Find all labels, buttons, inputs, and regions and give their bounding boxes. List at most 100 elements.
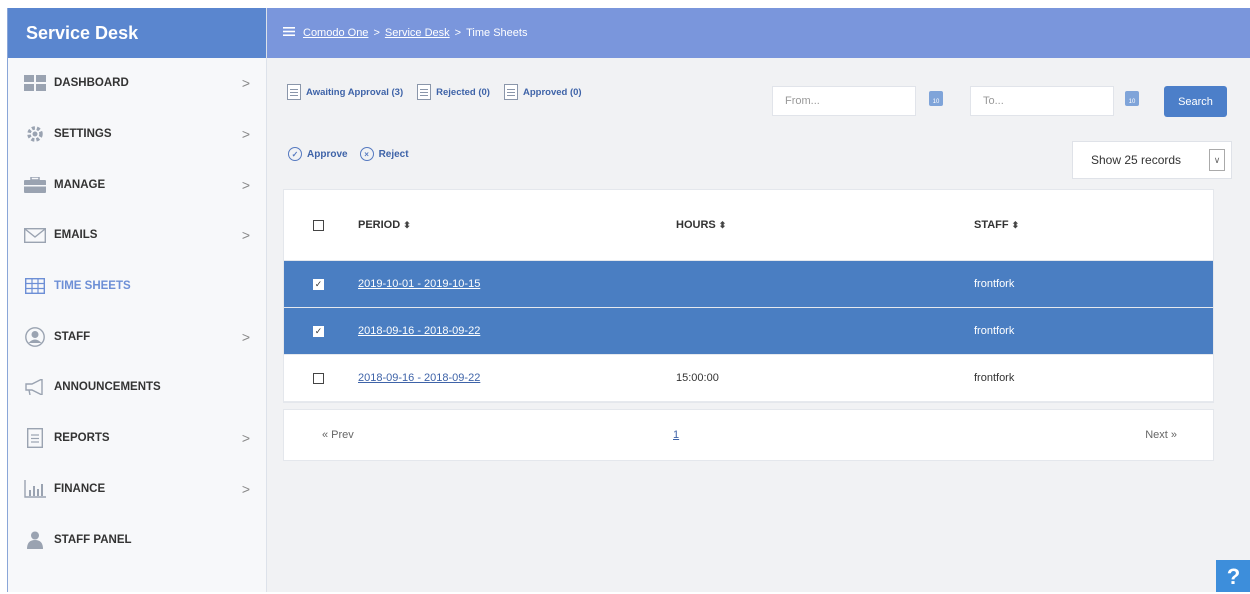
hamburger-menu-icon[interactable] bbox=[283, 27, 295, 39]
filter-awaiting-approval[interactable]: Awaiting Approval (3) bbox=[287, 84, 403, 100]
filter-rejected[interactable]: Rejected (0) bbox=[417, 84, 490, 100]
app-window: Service Desk DASHBOARD > SETTINGS > MANAGE > E… bbox=[7, 8, 1250, 592]
briefcase-icon bbox=[24, 176, 46, 194]
envelope-icon bbox=[24, 226, 46, 244]
bar-chart-icon bbox=[24, 479, 46, 498]
sidebar-item-label: STAFF PANEL bbox=[54, 533, 132, 546]
sidebar-item-dashboard[interactable]: DASHBOARD > bbox=[8, 58, 266, 109]
row-checkbox[interactable]: ✓ bbox=[313, 278, 324, 290]
sidebar-item-label: EMAILS bbox=[54, 229, 98, 242]
breadcrumb-bar: Comodo One > Service Desk > Time Sheets bbox=[267, 8, 1250, 58]
bulk-actions: ✓ Approve × Reject bbox=[288, 147, 421, 161]
sidebar-item-time-sheets[interactable]: TIME SHEETS bbox=[8, 261, 266, 312]
period-link[interactable]: 2018-09-16 - 2018-09-22 bbox=[358, 325, 480, 337]
document-icon bbox=[417, 84, 432, 100]
pagination: « Prev 1 Next » bbox=[283, 409, 1214, 461]
records-per-page-value: Show 25 records bbox=[1091, 153, 1182, 167]
chevron-right-icon: > bbox=[241, 126, 250, 143]
filter-rejected-label: Rejected (0) bbox=[436, 86, 490, 98]
table-row[interactable]: ✓ 2018-09-16 - 2018-09-22 frontfork bbox=[284, 308, 1213, 355]
check-circle-icon: ✓ bbox=[288, 147, 302, 161]
breadcrumb-separator: > bbox=[454, 27, 462, 39]
dashboard-icon bbox=[24, 74, 46, 92]
sidebar-item-emails[interactable]: EMAILS > bbox=[8, 210, 266, 261]
sidebar-item-label: ANNOUNCEMENTS bbox=[54, 381, 161, 394]
gear-icon bbox=[24, 125, 46, 143]
header-hours[interactable]: HOURS ⬍ bbox=[676, 219, 974, 231]
breadcrumb-current: Time Sheets bbox=[466, 27, 528, 39]
megaphone-icon bbox=[24, 378, 46, 396]
sort-icon: ⬍ bbox=[1011, 220, 1020, 230]
chevron-right-icon: > bbox=[241, 227, 250, 244]
breadcrumb-comodo-one[interactable]: Comodo One bbox=[303, 27, 368, 39]
page-number-link[interactable]: 1 bbox=[673, 429, 679, 441]
user-circle-icon bbox=[24, 326, 46, 347]
sidebar-item-label: SETTINGS bbox=[54, 128, 112, 141]
chevron-down-icon: ∨ bbox=[1209, 149, 1225, 171]
help-button[interactable]: ? bbox=[1216, 560, 1250, 592]
table-row[interactable]: ✓ 2019-10-01 - 2019-10-15 frontfork bbox=[284, 261, 1213, 308]
staff-cell: frontfork bbox=[974, 278, 1015, 290]
chevron-right-icon: > bbox=[241, 480, 250, 497]
filter-approved-label: Approved (0) bbox=[522, 86, 582, 98]
document-icon bbox=[287, 84, 301, 100]
sidebar-nav: DASHBOARD > SETTINGS > MANAGE > EMAILS > TIME SH… bbox=[8, 58, 266, 565]
sidebar-item-staff-panel[interactable]: STAFF PANEL bbox=[8, 514, 266, 565]
from-date-input[interactable]: From... bbox=[772, 86, 916, 116]
chevron-right-icon: > bbox=[241, 75, 250, 92]
table-header: PERIOD ⬍ HOURS ⬍ STAFF ⬍ bbox=[284, 190, 1213, 261]
sort-icon: ⬍ bbox=[718, 220, 727, 230]
approve-label: Approve bbox=[307, 148, 348, 160]
document-icon bbox=[503, 84, 518, 100]
table-body: ✓ 2019-10-01 - 2019-10-15 frontfork ✓ 2018-0… bbox=[284, 261, 1213, 402]
chevron-right-icon: > bbox=[241, 176, 250, 193]
main-content: Comodo One > Service Desk > Time Sheets … bbox=[267, 8, 1250, 592]
next-page-link[interactable]: Next » bbox=[1145, 429, 1177, 441]
header-staff[interactable]: STAFF ⬍ bbox=[974, 219, 1213, 231]
reject-button[interactable]: × Reject bbox=[359, 147, 409, 161]
sidebar-item-manage[interactable]: MANAGE > bbox=[8, 159, 266, 210]
staff-cell: frontfork bbox=[974, 372, 1015, 384]
sidebar-item-finance[interactable]: FINANCE > bbox=[8, 464, 266, 515]
search-button[interactable]: Search bbox=[1164, 86, 1227, 117]
sidebar-brand: Service Desk bbox=[8, 8, 266, 58]
row-checkbox[interactable]: ✓ bbox=[313, 325, 324, 337]
x-circle-icon: × bbox=[359, 147, 374, 161]
breadcrumb-separator: > bbox=[373, 27, 380, 39]
person-icon bbox=[24, 531, 46, 549]
sidebar-item-label: FINANCE bbox=[54, 482, 106, 495]
table-icon bbox=[24, 277, 46, 295]
period-link[interactable]: 2018-09-16 - 2018-09-22 bbox=[358, 372, 480, 384]
period-link[interactable]: 2019-10-01 - 2019-10-15 bbox=[358, 278, 480, 290]
filter-approved[interactable]: Approved (0) bbox=[503, 84, 582, 100]
timesheets-table: PERIOD ⬍ HOURS ⬍ STAFF ⬍ ✓ 2019-10-01 - 2019… bbox=[283, 189, 1214, 403]
sidebar-item-label: TIME SHEETS bbox=[54, 280, 131, 293]
filter-awaiting-approval-label: Awaiting Approval (3) bbox=[306, 86, 404, 98]
calendar-icon[interactable] bbox=[929, 91, 943, 106]
to-date-input[interactable]: To... bbox=[970, 86, 1114, 116]
header-period[interactable]: PERIOD ⬍ bbox=[358, 219, 676, 231]
chevron-right-icon: > bbox=[241, 430, 250, 447]
reject-label: Reject bbox=[378, 148, 409, 160]
records-per-page-select[interactable]: Show 25 records ∨ bbox=[1072, 141, 1232, 179]
sidebar-item-settings[interactable]: SETTINGS > bbox=[8, 109, 266, 160]
prev-page-link[interactable]: « Prev bbox=[322, 429, 354, 441]
hours-cell: 15:00:00 bbox=[676, 372, 719, 384]
sidebar: Service Desk DASHBOARD > SETTINGS > MANAGE > E… bbox=[8, 8, 267, 592]
breadcrumb-service-desk[interactable]: Service Desk bbox=[385, 27, 450, 39]
row-checkbox[interactable] bbox=[313, 372, 324, 384]
status-filters: Awaiting Approval (3) Rejected (0) Appro… bbox=[287, 84, 596, 100]
select-all-checkbox[interactable] bbox=[313, 219, 324, 231]
sidebar-item-announcements[interactable]: ANNOUNCEMENTS bbox=[8, 362, 266, 413]
sidebar-item-label: REPORTS bbox=[54, 432, 110, 445]
table-row[interactable]: 2018-09-16 - 2018-09-22 15:00:00 frontfork bbox=[284, 355, 1213, 402]
calendar-icon[interactable] bbox=[1125, 91, 1139, 106]
approve-button[interactable]: ✓ Approve bbox=[288, 147, 348, 161]
sidebar-item-reports[interactable]: REPORTS > bbox=[8, 413, 266, 464]
sidebar-item-label: MANAGE bbox=[54, 178, 106, 191]
staff-cell: frontfork bbox=[974, 325, 1015, 337]
sidebar-item-label: STAFF bbox=[54, 330, 91, 343]
sidebar-item-label: DASHBOARD bbox=[54, 77, 129, 90]
sidebar-item-staff[interactable]: STAFF > bbox=[8, 311, 266, 362]
sort-icon: ⬍ bbox=[403, 220, 411, 230]
